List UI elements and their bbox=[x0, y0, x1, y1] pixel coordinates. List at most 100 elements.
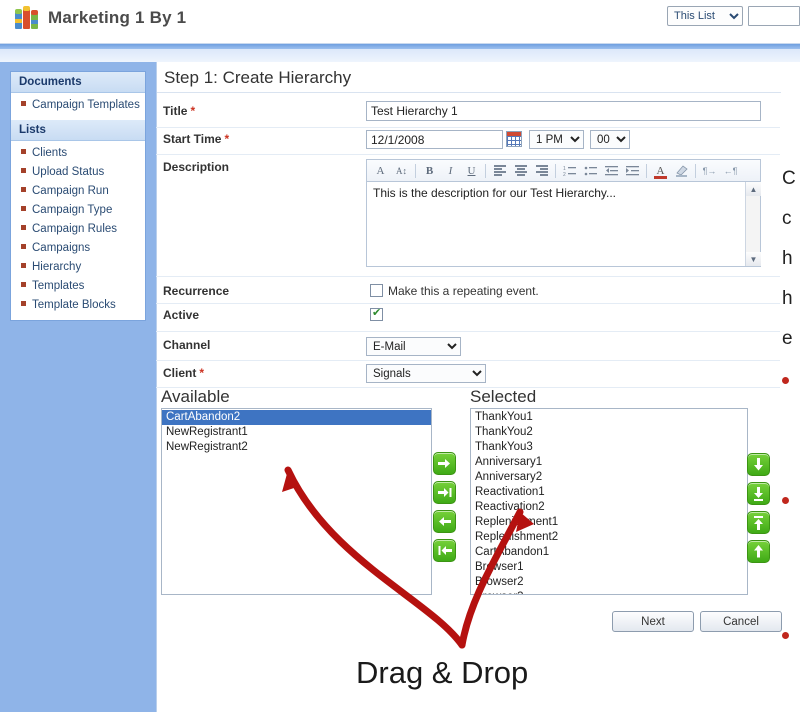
minute-select[interactable]: 00 bbox=[590, 130, 630, 149]
move-to-bottom-icon[interactable] bbox=[747, 482, 770, 505]
font-color-icon[interactable]: A bbox=[650, 162, 671, 180]
align-left-icon[interactable] bbox=[489, 162, 510, 180]
clipped-line: h bbox=[782, 288, 793, 309]
clipped-line: h bbox=[782, 248, 793, 269]
colored-blocks-icon bbox=[14, 6, 42, 32]
move-up-icon[interactable] bbox=[747, 540, 770, 563]
sidebar-item-campaigns[interactable]: Campaigns bbox=[11, 239, 145, 258]
title-input[interactable] bbox=[366, 101, 761, 121]
page-title: Step 1: Create Hierarchy bbox=[164, 68, 352, 87]
list-item[interactable]: Anniversary2 bbox=[471, 470, 747, 485]
title-divider bbox=[157, 92, 781, 93]
list-item[interactable]: Browser1 bbox=[471, 560, 747, 575]
list-item[interactable]: NewRegistrant1 bbox=[162, 425, 431, 440]
sidebar-item-clients[interactable]: Clients bbox=[11, 144, 145, 163]
list-item[interactable]: CartAbandon2 bbox=[162, 410, 431, 425]
list-item[interactable]: Reactivation1 bbox=[471, 485, 747, 500]
search-input-wrapper[interactable] bbox=[748, 6, 800, 26]
bullet-icon bbox=[21, 244, 26, 249]
available-listbox[interactable]: CartAbandon2 NewRegistrant1 NewRegistran… bbox=[161, 408, 432, 595]
toolbar-separator bbox=[646, 163, 647, 178]
list-item[interactable]: Reactivation2 bbox=[471, 500, 747, 515]
clipped-bullet-icon bbox=[782, 377, 789, 384]
sidebar-item-campaign-templates[interactable]: Campaign Templates bbox=[11, 96, 145, 115]
active-checkbox[interactable] bbox=[370, 306, 383, 321]
highlight-color-icon[interactable] bbox=[671, 162, 692, 180]
move-down-icon[interactable] bbox=[747, 453, 770, 476]
list-item[interactable]: Replenishment2 bbox=[471, 530, 747, 545]
navigation-panel: Documents Campaign Templates Lists Clien… bbox=[10, 71, 146, 321]
align-right-icon[interactable] bbox=[531, 162, 552, 180]
sidebar-item-label: Campaign Run bbox=[32, 185, 109, 197]
scroll-up-icon[interactable]: ▲ bbox=[746, 182, 761, 196]
description-scrollbar[interactable]: ▲ ▼ bbox=[745, 182, 761, 266]
description-editor[interactable]: This is the description for our Test Hie… bbox=[366, 181, 761, 267]
description-field-label: Description bbox=[163, 160, 230, 174]
list-item[interactable]: Browser2 bbox=[471, 575, 747, 590]
bold-icon[interactable]: B bbox=[419, 162, 440, 180]
selected-listbox[interactable]: ThankYou1 ThankYou2 ThankYou3 Anniversar… bbox=[470, 408, 748, 595]
sidebar-item-template-blocks[interactable]: Template Blocks bbox=[11, 296, 145, 315]
font-size-icon[interactable]: A↕ bbox=[391, 162, 412, 180]
bullet-icon bbox=[21, 149, 26, 154]
increase-indent-icon[interactable] bbox=[622, 162, 643, 180]
description-text[interactable]: This is the description for our Test Hie… bbox=[373, 186, 733, 200]
row-divider bbox=[156, 127, 780, 128]
bullet-icon bbox=[21, 301, 26, 306]
next-button[interactable]: Next bbox=[612, 611, 694, 632]
move-all-right-icon[interactable] bbox=[433, 481, 456, 504]
sidebar-item-label: Campaign Templates bbox=[32, 99, 140, 111]
header-gradient-band bbox=[0, 49, 800, 62]
sidebar-section-lists-header: Lists bbox=[11, 120, 145, 141]
sidebar-item-campaign-rules[interactable]: Campaign Rules bbox=[11, 220, 145, 239]
bullet-icon bbox=[21, 101, 26, 106]
sidebar-item-campaign-type[interactable]: Campaign Type bbox=[11, 201, 145, 220]
bullet-icon bbox=[21, 168, 26, 173]
list-item[interactable]: ThankYou1 bbox=[471, 410, 747, 425]
toolbar-separator bbox=[555, 163, 556, 178]
list-item[interactable]: ThankYou2 bbox=[471, 425, 747, 440]
scope-select[interactable]: This List bbox=[667, 6, 743, 26]
row-divider bbox=[156, 276, 780, 277]
title-field-label: Title * bbox=[163, 104, 196, 118]
search-input[interactable] bbox=[749, 7, 799, 25]
list-item[interactable]: NewRegistrant2 bbox=[162, 440, 431, 455]
cancel-button[interactable]: Cancel bbox=[700, 611, 782, 632]
italic-icon[interactable]: I bbox=[440, 162, 461, 180]
bulleted-list-icon[interactable] bbox=[580, 162, 601, 180]
decrease-indent-icon[interactable] bbox=[601, 162, 622, 180]
drag-drop-annotation-label: Drag & Drop bbox=[356, 655, 529, 690]
move-left-icon[interactable] bbox=[433, 510, 456, 533]
numbered-list-icon[interactable]: 12 bbox=[559, 162, 580, 180]
font-name-icon[interactable]: A bbox=[370, 162, 391, 180]
move-all-left-icon[interactable] bbox=[433, 539, 456, 562]
sidebar-item-hierarchy[interactable]: Hierarchy bbox=[11, 258, 145, 277]
row-divider bbox=[156, 387, 780, 388]
move-right-icon[interactable] bbox=[433, 452, 456, 475]
list-item[interactable]: Replenishment1 bbox=[471, 515, 747, 530]
sidebar-item-templates[interactable]: Templates bbox=[11, 277, 145, 296]
rtl-direction-icon[interactable]: ←¶ bbox=[720, 162, 741, 180]
list-item[interactable]: ThankYou3 bbox=[471, 440, 747, 455]
list-item[interactable]: Anniversary1 bbox=[471, 455, 747, 470]
list-item[interactable]: Browser3 bbox=[471, 590, 747, 594]
bullet-icon bbox=[21, 206, 26, 211]
recurrence-checkbox[interactable] bbox=[370, 284, 383, 297]
sidebar-item-upload-status[interactable]: Upload Status bbox=[11, 163, 145, 182]
toolbar-separator bbox=[485, 163, 486, 178]
move-to-top-icon[interactable] bbox=[747, 511, 770, 534]
sidebar-item-campaign-run[interactable]: Campaign Run bbox=[11, 182, 145, 201]
scroll-down-icon[interactable]: ▼ bbox=[746, 252, 761, 266]
clipped-bullet-icon bbox=[782, 632, 789, 639]
align-center-icon[interactable] bbox=[510, 162, 531, 180]
start-time-field-label: Start Time * bbox=[163, 132, 230, 146]
recurrence-field-label: Recurrence bbox=[163, 284, 230, 298]
ltr-direction-icon[interactable]: ¶→ bbox=[699, 162, 720, 180]
channel-select[interactable]: E-Mail bbox=[366, 337, 461, 356]
hour-select[interactable]: 1 PM bbox=[529, 130, 584, 149]
underline-icon[interactable]: U bbox=[461, 162, 482, 180]
start-date-input[interactable] bbox=[366, 130, 503, 149]
client-select[interactable]: Signals bbox=[366, 364, 486, 383]
calendar-icon[interactable] bbox=[506, 131, 522, 147]
list-item[interactable]: CartAbandon1 bbox=[471, 545, 747, 560]
